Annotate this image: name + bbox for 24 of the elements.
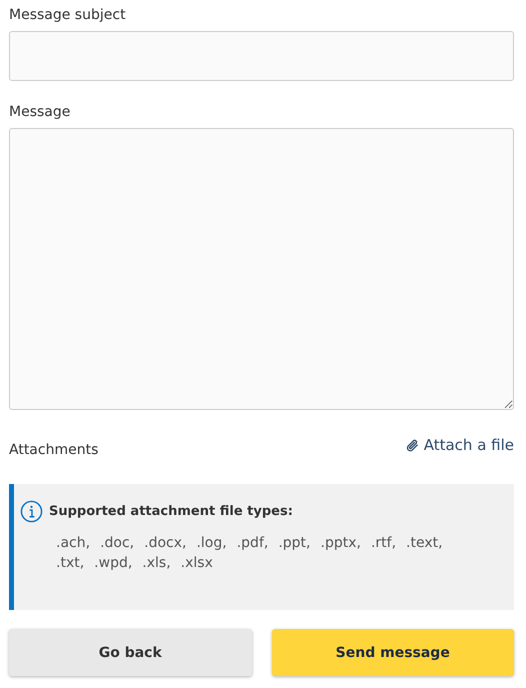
file-type: .xlsx [180,555,213,571]
file-type: .xls, [142,555,171,571]
subject-field[interactable] [9,31,514,81]
file-type: .doc, [100,535,134,551]
message-field[interactable] [9,128,514,410]
attach-file-link[interactable]: Attach a file [404,436,514,454]
send-button[interactable]: Send message [272,629,514,676]
field-label: Message subject [9,7,126,23]
file-type: .text, [406,535,443,551]
field-label: Message [9,104,70,120]
file-type: .txt, [56,555,84,571]
info-icon [20,500,43,523]
file-type: .wpd, [94,555,132,571]
section-label: Attachments [9,442,98,458]
file-type: .pptx, [320,535,361,551]
file-type: .ppt, [278,535,310,551]
file-type: .pdf, [236,535,268,551]
paperclip-icon [404,438,420,452]
file-type: .log, [196,535,227,551]
back-button[interactable]: Go back [9,629,252,676]
file-type: .rtf, [370,535,396,551]
file-type: .docx, [144,535,186,551]
file-type: .ach, [56,535,90,551]
info-title: Supported attachment file types: [49,504,293,519]
